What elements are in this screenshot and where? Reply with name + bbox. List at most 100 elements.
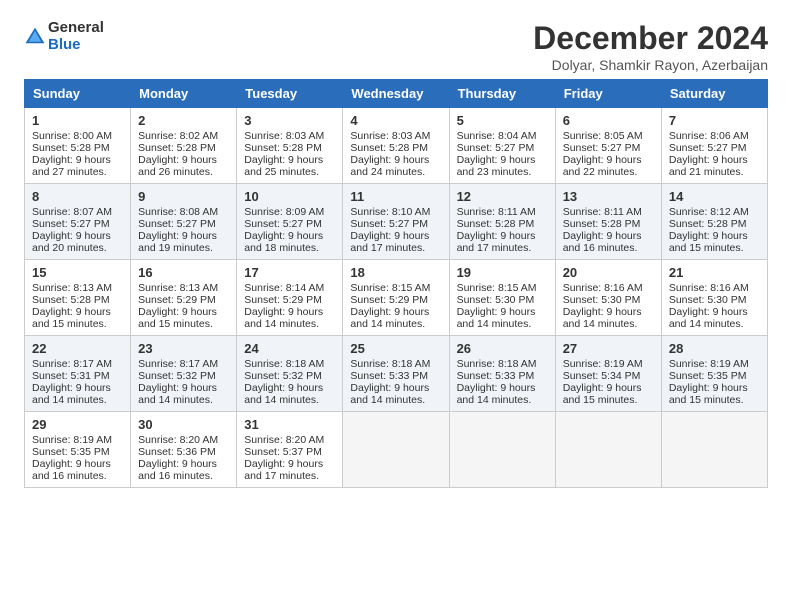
cell-line: Sunset: 5:27 PM — [350, 218, 441, 230]
cell-line: Sunset: 5:30 PM — [669, 294, 760, 306]
cell-line: Sunset: 5:32 PM — [138, 370, 229, 382]
calendar-cell: 23Sunrise: 8:17 AMSunset: 5:32 PMDayligh… — [131, 336, 237, 412]
calendar-cell: 30Sunrise: 8:20 AMSunset: 5:36 PMDayligh… — [131, 412, 237, 488]
cell-line: Sunset: 5:28 PM — [32, 142, 123, 154]
cell-line: Sunset: 5:28 PM — [457, 218, 548, 230]
cell-line: and 17 minutes. — [457, 242, 548, 254]
weekday-header-saturday: Saturday — [661, 80, 767, 108]
calendar-cell — [661, 412, 767, 488]
cell-line: and 14 minutes. — [457, 318, 548, 330]
cell-line: Sunset: 5:30 PM — [457, 294, 548, 306]
logo-general: General — [48, 20, 104, 37]
cell-line: Sunset: 5:33 PM — [350, 370, 441, 382]
cell-line: Sunrise: 8:02 AM — [138, 130, 229, 142]
day-number: 18 — [350, 265, 441, 280]
cell-line: Sunset: 5:32 PM — [244, 370, 335, 382]
cell-line: Sunset: 5:27 PM — [138, 218, 229, 230]
cell-line: Daylight: 9 hours — [457, 230, 548, 242]
page-header: General Blue December 2024 Dolyar, Shamk… — [24, 20, 768, 73]
cell-line: Daylight: 9 hours — [669, 382, 760, 394]
calendar-cell — [449, 412, 555, 488]
cell-line: Sunset: 5:28 PM — [138, 142, 229, 154]
cell-line: Sunset: 5:28 PM — [563, 218, 654, 230]
calendar-week-4: 22Sunrise: 8:17 AMSunset: 5:31 PMDayligh… — [25, 336, 768, 412]
cell-line: and 18 minutes. — [244, 242, 335, 254]
cell-line: Daylight: 9 hours — [244, 458, 335, 470]
calendar-week-3: 15Sunrise: 8:13 AMSunset: 5:28 PMDayligh… — [25, 260, 768, 336]
cell-line: Daylight: 9 hours — [457, 306, 548, 318]
cell-line: Sunrise: 8:16 AM — [563, 282, 654, 294]
day-number: 24 — [244, 341, 335, 356]
cell-line: Sunset: 5:29 PM — [138, 294, 229, 306]
cell-line: Sunrise: 8:05 AM — [563, 130, 654, 142]
cell-line: and 14 minutes. — [138, 394, 229, 406]
weekday-header-sunday: Sunday — [25, 80, 131, 108]
cell-line: Sunset: 5:28 PM — [32, 294, 123, 306]
cell-line: and 14 minutes. — [350, 394, 441, 406]
day-number: 16 — [138, 265, 229, 280]
cell-line: Sunset: 5:35 PM — [32, 446, 123, 458]
calendar-cell: 24Sunrise: 8:18 AMSunset: 5:32 PMDayligh… — [237, 336, 343, 412]
cell-line: Sunset: 5:27 PM — [32, 218, 123, 230]
cell-line: Sunrise: 8:17 AM — [138, 358, 229, 370]
day-number: 4 — [350, 113, 441, 128]
cell-line: and 14 minutes. — [669, 318, 760, 330]
cell-line: Sunrise: 8:15 AM — [457, 282, 548, 294]
day-number: 19 — [457, 265, 548, 280]
cell-line: and 21 minutes. — [669, 166, 760, 178]
day-number: 11 — [350, 189, 441, 204]
weekday-header-row: SundayMondayTuesdayWednesdayThursdayFrid… — [25, 80, 768, 108]
calendar-cell: 29Sunrise: 8:19 AMSunset: 5:35 PMDayligh… — [25, 412, 131, 488]
day-number: 25 — [350, 341, 441, 356]
day-number: 7 — [669, 113, 760, 128]
cell-line: and 14 minutes. — [32, 394, 123, 406]
cell-line: and 14 minutes. — [244, 394, 335, 406]
calendar-cell: 13Sunrise: 8:11 AMSunset: 5:28 PMDayligh… — [555, 184, 661, 260]
calendar-cell: 6Sunrise: 8:05 AMSunset: 5:27 PMDaylight… — [555, 108, 661, 184]
day-number: 23 — [138, 341, 229, 356]
cell-line: Sunrise: 8:11 AM — [563, 206, 654, 218]
day-number: 29 — [32, 417, 123, 432]
calendar-week-2: 8Sunrise: 8:07 AMSunset: 5:27 PMDaylight… — [25, 184, 768, 260]
weekday-header-tuesday: Tuesday — [237, 80, 343, 108]
cell-line: Sunrise: 8:03 AM — [350, 130, 441, 142]
cell-line: and 19 minutes. — [138, 242, 229, 254]
day-number: 8 — [32, 189, 123, 204]
cell-line: and 14 minutes. — [244, 318, 335, 330]
day-number: 30 — [138, 417, 229, 432]
cell-line: and 15 minutes. — [138, 318, 229, 330]
cell-line: and 14 minutes. — [350, 318, 441, 330]
cell-line: Sunset: 5:28 PM — [669, 218, 760, 230]
cell-line: Sunrise: 8:19 AM — [669, 358, 760, 370]
cell-line: and 15 minutes. — [669, 394, 760, 406]
cell-line: Sunset: 5:33 PM — [457, 370, 548, 382]
calendar-cell: 25Sunrise: 8:18 AMSunset: 5:33 PMDayligh… — [343, 336, 449, 412]
day-number: 14 — [669, 189, 760, 204]
calendar-cell: 12Sunrise: 8:11 AMSunset: 5:28 PMDayligh… — [449, 184, 555, 260]
cell-line: Daylight: 9 hours — [244, 382, 335, 394]
cell-line: Sunset: 5:29 PM — [350, 294, 441, 306]
cell-line: Daylight: 9 hours — [457, 382, 548, 394]
calendar-cell: 31Sunrise: 8:20 AMSunset: 5:37 PMDayligh… — [237, 412, 343, 488]
calendar-cell: 28Sunrise: 8:19 AMSunset: 5:35 PMDayligh… — [661, 336, 767, 412]
cell-line: and 27 minutes. — [32, 166, 123, 178]
calendar-body: 1Sunrise: 8:00 AMSunset: 5:28 PMDaylight… — [25, 108, 768, 488]
calendar-cell: 3Sunrise: 8:03 AMSunset: 5:28 PMDaylight… — [237, 108, 343, 184]
calendar-cell: 7Sunrise: 8:06 AMSunset: 5:27 PMDaylight… — [661, 108, 767, 184]
weekday-header-monday: Monday — [131, 80, 237, 108]
cell-line: Sunset: 5:34 PM — [563, 370, 654, 382]
cell-line: Sunset: 5:31 PM — [32, 370, 123, 382]
cell-line: Sunrise: 8:04 AM — [457, 130, 548, 142]
cell-line: and 16 minutes. — [138, 470, 229, 482]
cell-line: and 14 minutes. — [457, 394, 548, 406]
day-number: 1 — [32, 113, 123, 128]
cell-line: Daylight: 9 hours — [563, 382, 654, 394]
cell-line: Daylight: 9 hours — [350, 306, 441, 318]
cell-line: Sunset: 5:28 PM — [350, 142, 441, 154]
cell-line: Sunrise: 8:13 AM — [32, 282, 123, 294]
cell-line: Sunset: 5:27 PM — [669, 142, 760, 154]
cell-line: Daylight: 9 hours — [138, 306, 229, 318]
cell-line: Sunset: 5:27 PM — [457, 142, 548, 154]
cell-line: and 15 minutes. — [563, 394, 654, 406]
cell-line: and 22 minutes. — [563, 166, 654, 178]
